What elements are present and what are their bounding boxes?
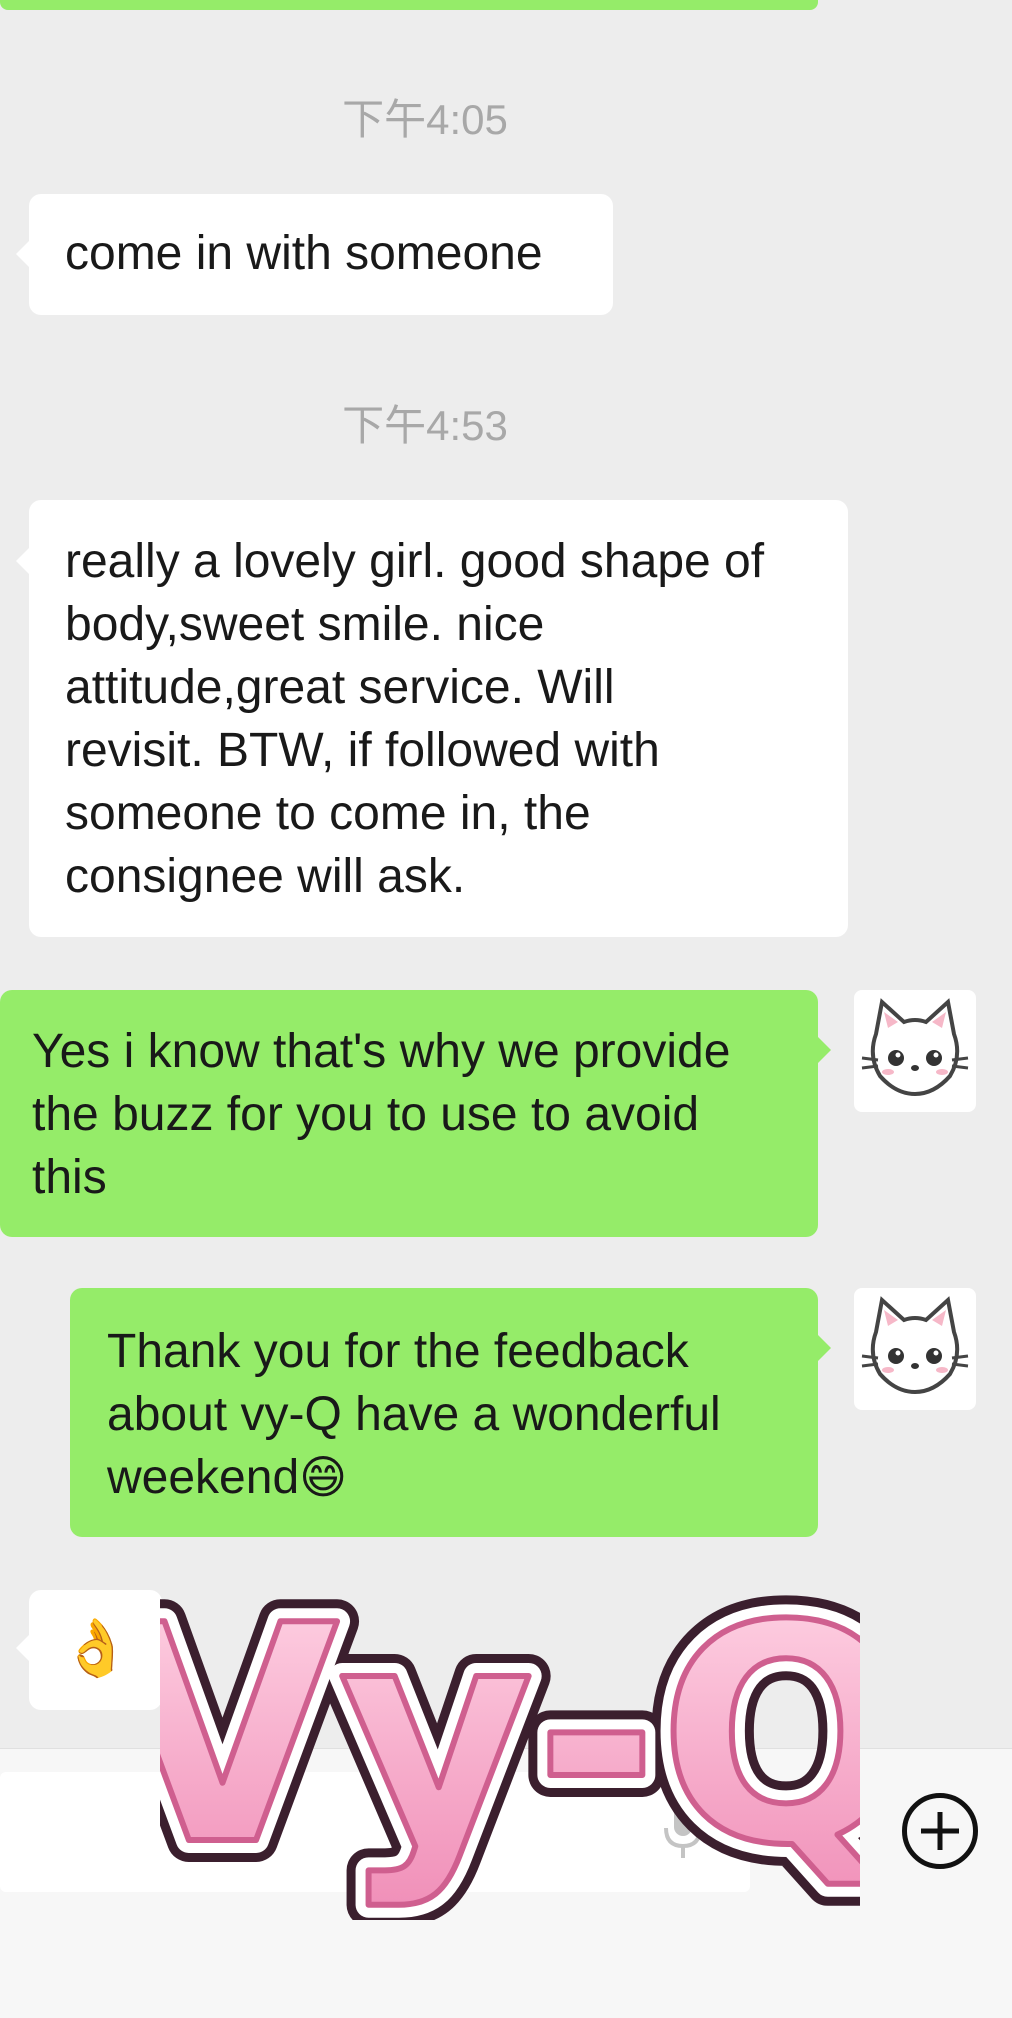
grinning-emoji: 😄	[299, 1451, 348, 1503]
message-line: this	[32, 1151, 107, 1204]
bubble-tail	[818, 1335, 831, 1361]
bubble-tail	[16, 241, 29, 267]
message-line: Thank you for the feedback	[107, 1325, 689, 1378]
message-line: attitude,great service. Will	[65, 661, 615, 714]
cat-avatar-icon	[861, 1296, 969, 1395]
bubble-tail	[16, 1635, 29, 1661]
incoming-message[interactable]: really a lovely girl. good shape of body…	[29, 500, 848, 937]
watermark-text: Vy-Q	[160, 1562, 860, 1911]
message-line: Yes i know that's why we provide	[32, 1025, 731, 1078]
message-line: someone to come in, the	[65, 787, 591, 840]
timestamp: 下午4:05	[342, 96, 508, 143]
plus-circle-icon[interactable]	[902, 1793, 978, 1869]
outgoing-message[interactable]: Thank you for the feedback about vy-Q ha…	[70, 1288, 818, 1537]
message-line: about vy-Q have a wonderful	[107, 1388, 721, 1441]
timestamp: 下午4:53	[342, 402, 508, 449]
previous-message-bubble	[0, 0, 818, 10]
bubble-tail	[16, 548, 29, 574]
message-text: come in with someone	[65, 227, 543, 280]
avatar[interactable]	[854, 1288, 976, 1410]
message-line: consignee will ask.	[65, 850, 466, 903]
incoming-message[interactable]: 👌	[29, 1590, 162, 1710]
incoming-message[interactable]: come in with someone	[29, 194, 613, 315]
avatar[interactable]	[854, 990, 976, 1112]
outgoing-message[interactable]: Yes i know that's why we provide the buz…	[0, 990, 818, 1237]
vy-q-watermark-logo: Vy-Q Vy-Q Vy-Q	[84, 1540, 935, 1933]
cat-avatar-icon	[861, 998, 969, 1097]
message-line: really a lovely girl. good shape of	[65, 535, 765, 588]
message-line: weekend	[107, 1451, 300, 1504]
ok-hand-emoji: 👌	[61, 1616, 131, 1679]
bubble-tail	[818, 1037, 831, 1063]
message-line: body,sweet smile. nice	[65, 598, 545, 651]
message-line: the buzz for you to use to avoid	[32, 1088, 700, 1141]
message-line: revisit. BTW, if followed with	[65, 724, 660, 777]
